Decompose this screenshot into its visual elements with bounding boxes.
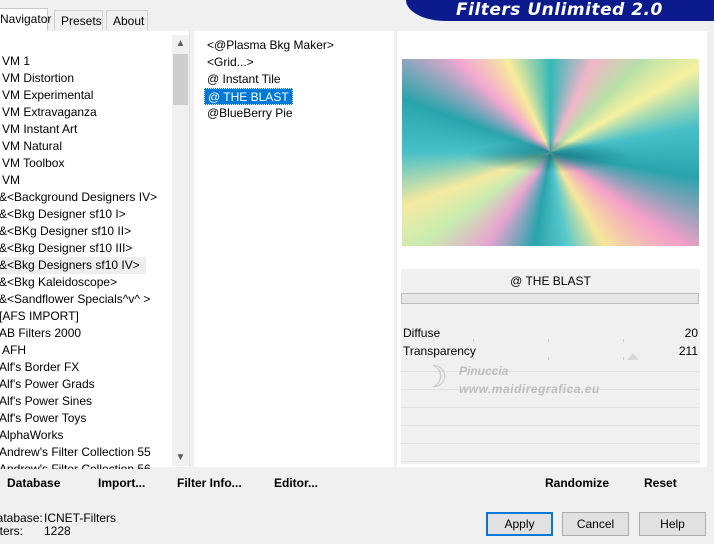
- preview-pane: @ THE BLAST Diffuse 20 Transparency 211 …: [397, 31, 707, 467]
- category-item-label: &<Bkg Kaleidoscope>: [0, 275, 118, 289]
- category-item-label: VM Toolbox: [2, 156, 65, 170]
- filters-count-value: 1228: [44, 524, 71, 538]
- category-item-label: Alf's Power Grads: [0, 377, 95, 391]
- app-title: Filters Unlimited 2.0: [456, 0, 663, 20]
- category-item-label: &<Background Designers IV>: [0, 190, 158, 204]
- watermark-url: www.maidiregrafica.eu: [459, 382, 600, 396]
- category-item[interactable]: VM Instant Art: [2, 121, 172, 138]
- category-item-label: &<Bkg Designer sf10 I>: [0, 207, 126, 221]
- filter-item[interactable]: @ THE BLAST: [204, 88, 337, 105]
- category-item[interactable]: Alf's Power Toys: [0, 410, 172, 427]
- left-link-bar: Database Import... Filter Info... Editor…: [0, 469, 394, 497]
- scroll-down-icon[interactable]: ▼: [172, 449, 189, 466]
- category-item-label: VM 1: [2, 54, 31, 68]
- category-item-label: VM Natural: [2, 139, 63, 153]
- category-item[interactable]: VM Extravaganza: [2, 104, 172, 121]
- diffuse-slider[interactable]: Diffuse 20: [403, 324, 698, 342]
- category-item[interactable]: VM: [2, 172, 172, 189]
- filter-list-pane: <@Plasma Bkg Maker> <Grid...> @ Instant Ti…: [194, 31, 394, 467]
- category-item[interactable]: [AFS IMPORT]: [0, 308, 172, 325]
- category-item-label: Alf's Border FX: [0, 360, 80, 374]
- filter-list[interactable]: <@Plasma Bkg Maker> <Grid...> @ Instant Ti…: [204, 37, 337, 122]
- category-item-label: VM Distortion: [2, 71, 75, 85]
- cancel-button[interactable]: Cancel: [562, 512, 629, 536]
- diffuse-value: 20: [684, 326, 698, 340]
- category-list[interactable]: VM 1 VM Distortion VM Experimental VM Extra…: [0, 53, 172, 478]
- import-link[interactable]: Import...: [98, 469, 145, 497]
- category-scrollbar[interactable]: ▲ ▼: [172, 35, 189, 466]
- controls-area: Diffuse 20 Transparency 211 ☽ Pinuccia w…: [401, 304, 700, 464]
- diffuse-label: Diffuse: [403, 326, 441, 340]
- category-item-label: &<Bkg Designers sf10 IV>: [0, 257, 146, 274]
- tab-about[interactable]: About: [106, 10, 148, 30]
- category-item-label: VM Instant Art: [2, 122, 78, 136]
- filter-item[interactable]: <@Plasma Bkg Maker>: [204, 37, 337, 54]
- category-item[interactable]: &<Background Designers IV>: [0, 189, 172, 206]
- filter-item[interactable]: <Grid...>: [204, 54, 337, 71]
- filter-item-label: <Grid...>: [207, 55, 254, 69]
- category-item[interactable]: VM Natural: [2, 138, 172, 155]
- category-item-label: AFH: [2, 343, 26, 357]
- filter-item[interactable]: @ Instant Tile: [204, 71, 337, 88]
- category-item-label: VM Extravaganza: [2, 105, 97, 119]
- watermark-logo-icon: ☽: [421, 361, 448, 394]
- editor-link[interactable]: Editor...: [274, 469, 318, 497]
- category-item[interactable]: VM Experimental: [2, 87, 172, 104]
- category-item-label: AlphaWorks: [0, 428, 64, 442]
- category-item[interactable]: Alf's Power Grads: [0, 376, 172, 393]
- category-item-label: VM: [2, 173, 20, 187]
- category-item[interactable]: Alf's Border FX: [0, 359, 172, 376]
- app-banner: Filters Unlimited 2.0: [406, 0, 714, 21]
- category-item-label: &<Bkg Designer sf10 III>: [0, 241, 133, 255]
- reset-link[interactable]: Reset: [644, 469, 677, 497]
- category-item[interactable]: AFH: [2, 342, 172, 359]
- category-item[interactable]: Andrew's Filter Collection 55: [0, 444, 172, 461]
- filter-item-label: <@Plasma Bkg Maker>: [207, 38, 334, 52]
- filter-item-label: @ THE BLAST: [204, 88, 293, 105]
- help-button[interactable]: Help: [639, 512, 706, 536]
- scroll-up-icon[interactable]: ▲: [172, 35, 189, 52]
- category-item[interactable]: VM 1: [2, 53, 172, 70]
- database-link[interactable]: Database: [7, 469, 60, 497]
- category-item[interactable]: &<BKg Designer sf10 II>: [0, 223, 172, 240]
- category-item[interactable]: &<Bkg Kaleidoscope>: [0, 274, 172, 291]
- category-item[interactable]: &<Bkg Designer sf10 III>: [0, 240, 172, 257]
- right-link-bar: Randomize Reset: [397, 469, 707, 497]
- category-item[interactable]: &<Sandflower Specials^v^ >: [0, 291, 172, 308]
- apply-button[interactable]: Apply: [486, 512, 553, 536]
- category-item-label: [AFS IMPORT]: [0, 309, 79, 323]
- filter-title: @ THE BLAST: [401, 269, 700, 293]
- category-item[interactable]: Alf's Power Sines: [0, 393, 172, 410]
- category-item-label: AB Filters 2000: [0, 326, 82, 340]
- filters-count-label: Filters:: [0, 524, 23, 538]
- category-item-label: Alf's Power Toys: [0, 411, 87, 425]
- category-item[interactable]: AlphaWorks: [0, 427, 172, 444]
- tab-presets[interactable]: Presets: [54, 10, 103, 30]
- category-item-label: Andrew's Filter Collection 55: [0, 445, 151, 459]
- filter-info-link[interactable]: Filter Info...: [177, 469, 242, 497]
- progress-bar: [401, 293, 699, 304]
- category-list-pane: VM 1 VM Distortion VM Experimental VM Extra…: [0, 31, 190, 476]
- filter-item-label: @BlueBerry Pie: [207, 106, 293, 120]
- category-item-label: &<BKg Designer sf10 II>: [0, 224, 132, 238]
- filter-item-label: @ Instant Tile: [207, 72, 281, 86]
- category-item-label: VM Experimental: [2, 88, 94, 102]
- filter-preview-image: [402, 59, 699, 246]
- category-item[interactable]: VM Distortion: [2, 70, 172, 87]
- category-item[interactable]: &<Bkg Designers sf10 IV>: [0, 257, 172, 274]
- filter-item[interactable]: @BlueBerry Pie: [204, 105, 337, 122]
- category-item-label: Alf's Power Sines: [0, 394, 92, 408]
- scroll-thumb[interactable]: [173, 54, 188, 105]
- category-item-label: &<Sandflower Specials^v^ >: [0, 292, 151, 306]
- category-item[interactable]: &<Bkg Designer sf10 I>: [0, 206, 172, 223]
- category-item[interactable]: VM Toolbox: [2, 155, 172, 172]
- randomize-link[interactable]: Randomize: [545, 469, 609, 497]
- category-item[interactable]: AB Filters 2000: [0, 325, 172, 342]
- tab-navigator[interactable]: Navigator: [0, 8, 51, 31]
- watermark-name: Pinuccia: [459, 364, 509, 378]
